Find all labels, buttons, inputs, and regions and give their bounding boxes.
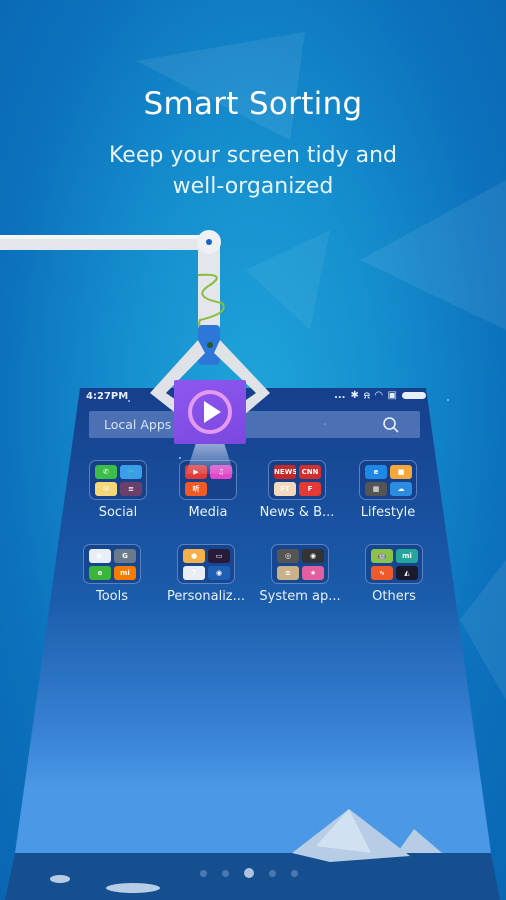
browser-icon: e [365, 465, 387, 479]
camera-icon: ◉ [302, 549, 324, 563]
mi-store-icon: mi [114, 566, 136, 580]
google-settings-icon: G [114, 549, 136, 563]
tracker-icon: ∿ [371, 566, 393, 580]
folder-icon: ● ▭ 7 ◉ [177, 544, 235, 584]
weather-icon: ☁ [390, 482, 412, 496]
folder-icon: ▶ Ge mi [83, 544, 141, 584]
folder-label: Others [372, 589, 416, 604]
android-icon: 🤖 [371, 549, 393, 563]
themes-icon: ● [183, 549, 205, 563]
folder-label: News & B... [259, 505, 335, 520]
folder-tools[interactable]: ▶ Ge mi Tools [64, 544, 160, 604]
play-icon [204, 401, 221, 423]
qr-icon: ▦ [365, 482, 387, 496]
calendar-icon: 7 [183, 566, 205, 580]
claw-arm-illustration [0, 230, 270, 415]
play-store-icon: ▶ [89, 549, 111, 563]
mute-bell-icon: ⍾ [363, 390, 370, 401]
subline: Keep your screen tidy and well-organized [0, 140, 506, 202]
folder-label: Tools [95, 589, 129, 604]
twitter-icon: 🐦 [120, 465, 142, 479]
page-dot[interactable] [222, 869, 229, 877]
wallpaper-icon: ▭ [208, 549, 230, 563]
page-indicator [200, 868, 298, 878]
page-dot[interactable] [269, 869, 276, 877]
page-dot-active[interactable] [244, 868, 254, 878]
folder-label: Personaliz... [166, 589, 246, 604]
cnn-icon: CNN [299, 465, 321, 479]
listen-icon: 听 [185, 482, 207, 496]
media-player-tile[interactable] [174, 380, 246, 444]
whatsapp-icon: ✆ [95, 465, 117, 479]
bbc-news-icon: NEWS [274, 465, 296, 479]
folder-others[interactable]: 🤖 mi ∿ ◭ Others [346, 544, 442, 604]
ie-browser-icon: e [89, 566, 111, 580]
folder-label: Media [188, 505, 228, 520]
widgets-icon: ◉ [208, 566, 230, 580]
folder-icon: ◎ ◉ ≡ ★ [271, 544, 329, 584]
battery-icon [402, 392, 426, 399]
folder-news-b[interactable]: NEWS CNN FT F News & B... [249, 460, 345, 520]
search-icon[interactable] [382, 416, 400, 434]
folder-label: System ap... [259, 589, 341, 604]
compass-icon: ◎ [277, 549, 299, 563]
headline: Smart Sorting [143, 86, 363, 122]
folder-label: Social [98, 505, 138, 520]
mi-icon: mi [396, 549, 418, 563]
folder-icon: ✆ 🐦 ✉ ≡ [89, 460, 147, 500]
more-dots-icon: ... [334, 390, 346, 401]
folder-icon: e ■ ▦ ☁ [359, 460, 417, 500]
page-dot[interactable] [291, 869, 298, 877]
subline-line-1: Keep your screen tidy and [108, 143, 398, 168]
folder-icon: 🤖 mi ∿ ◭ [365, 544, 423, 584]
folder-label: Lifestyle [360, 505, 416, 520]
folder-system-ap[interactable]: ◎ ◉ ≡ ★ System ap... [252, 544, 348, 604]
wifi-icon: ◠ [374, 390, 383, 401]
folder-social[interactable]: ✆ 🐦 ✉ ≡ Social [70, 460, 166, 520]
page-dot[interactable] [200, 869, 207, 877]
folder-icon: NEWS CNN FT F [268, 460, 326, 500]
unity-icon: ◭ [396, 566, 418, 580]
folder-personaliz[interactable]: ● ▭ 7 ◉ Personaliz... [158, 544, 254, 604]
notes-icon: ≡ [277, 566, 299, 580]
gallery-icon: ■ [390, 465, 412, 479]
favorites-icon: ★ [302, 566, 324, 580]
folder-lifestyle[interactable]: e ■ ▦ ☁ Lifestyle [340, 460, 436, 520]
bluetooth-icon: ✱ [350, 390, 359, 401]
flipboard-icon: F [299, 482, 321, 496]
photo-app-icon: ≡ [120, 482, 142, 496]
sim-icon: ▣ [387, 390, 397, 401]
subline-line-2: well-organized [172, 174, 334, 199]
ft-icon: FT [274, 482, 296, 496]
email-icon: ✉ [95, 482, 117, 496]
